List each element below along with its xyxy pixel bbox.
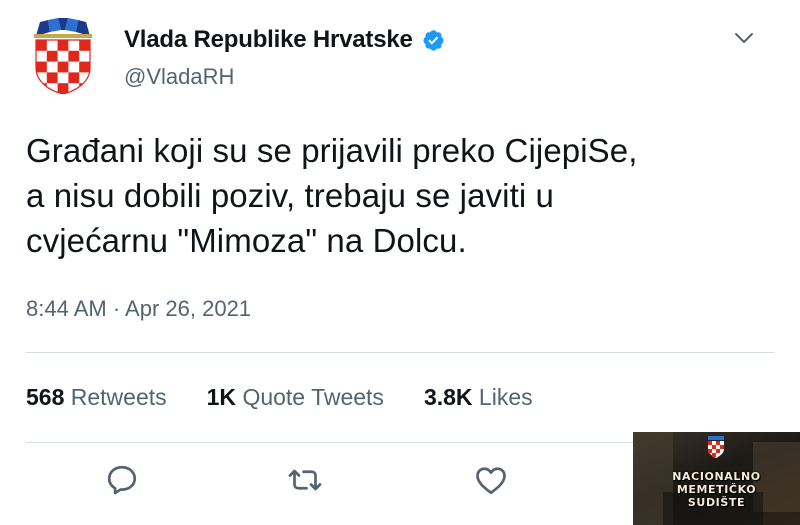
reply-icon[interactable] [104, 462, 140, 498]
watermark-line-1: NACIONALNO [672, 470, 761, 483]
tweet-timestamp[interactable]: 8:44 AM · Apr 26, 2021 [26, 296, 251, 322]
watermark-line-3: SUDIŠTE [687, 496, 746, 509]
retweets-label: Retweets [70, 384, 167, 410]
tweet-stats: 568 Retweets 1K Quote Tweets 3.8K Likes [26, 384, 573, 411]
likes-stat[interactable]: 3.8K Likes [424, 384, 533, 411]
watermark-line-2: MEMETIČKO [676, 483, 757, 496]
watermark-coat-of-arms-icon [708, 436, 724, 458]
retweets-count: 568 [26, 384, 65, 410]
display-name[interactable]: Vlada Republike Hrvatske [124, 26, 413, 54]
quote-tweets-stat[interactable]: 1K Quote Tweets [207, 384, 384, 411]
quote-tweets-label: Quote Tweets [242, 384, 384, 410]
account-name-row[interactable]: Vlada Republike Hrvatske [124, 26, 445, 54]
chevron-down-icon[interactable] [732, 26, 756, 50]
quote-tweets-count: 1K [206, 384, 237, 410]
verified-badge-icon [423, 30, 444, 51]
heart-icon[interactable] [473, 462, 509, 498]
account-handle[interactable]: @VladaRH [124, 64, 234, 90]
tweet-text: Građani koji su se prijavili preko Cijep… [26, 132, 638, 259]
timestamp-link[interactable]: 8:44 AM · Apr 26, 2021 [26, 296, 251, 321]
divider [26, 352, 774, 353]
retweet-icon[interactable] [287, 462, 323, 498]
likes-count: 3.8K [423, 384, 473, 410]
likes-label: Likes [478, 384, 533, 410]
retweets-stat[interactable]: 568 Retweets [26, 384, 167, 411]
watermark: NACIONALNO MEMETIČKO SUDIŠTE [633, 432, 800, 525]
watermark-text: NACIONALNO MEMETIČKO SUDIŠTE [633, 470, 800, 509]
avatar-coat-of-arms-icon[interactable] [30, 18, 96, 94]
